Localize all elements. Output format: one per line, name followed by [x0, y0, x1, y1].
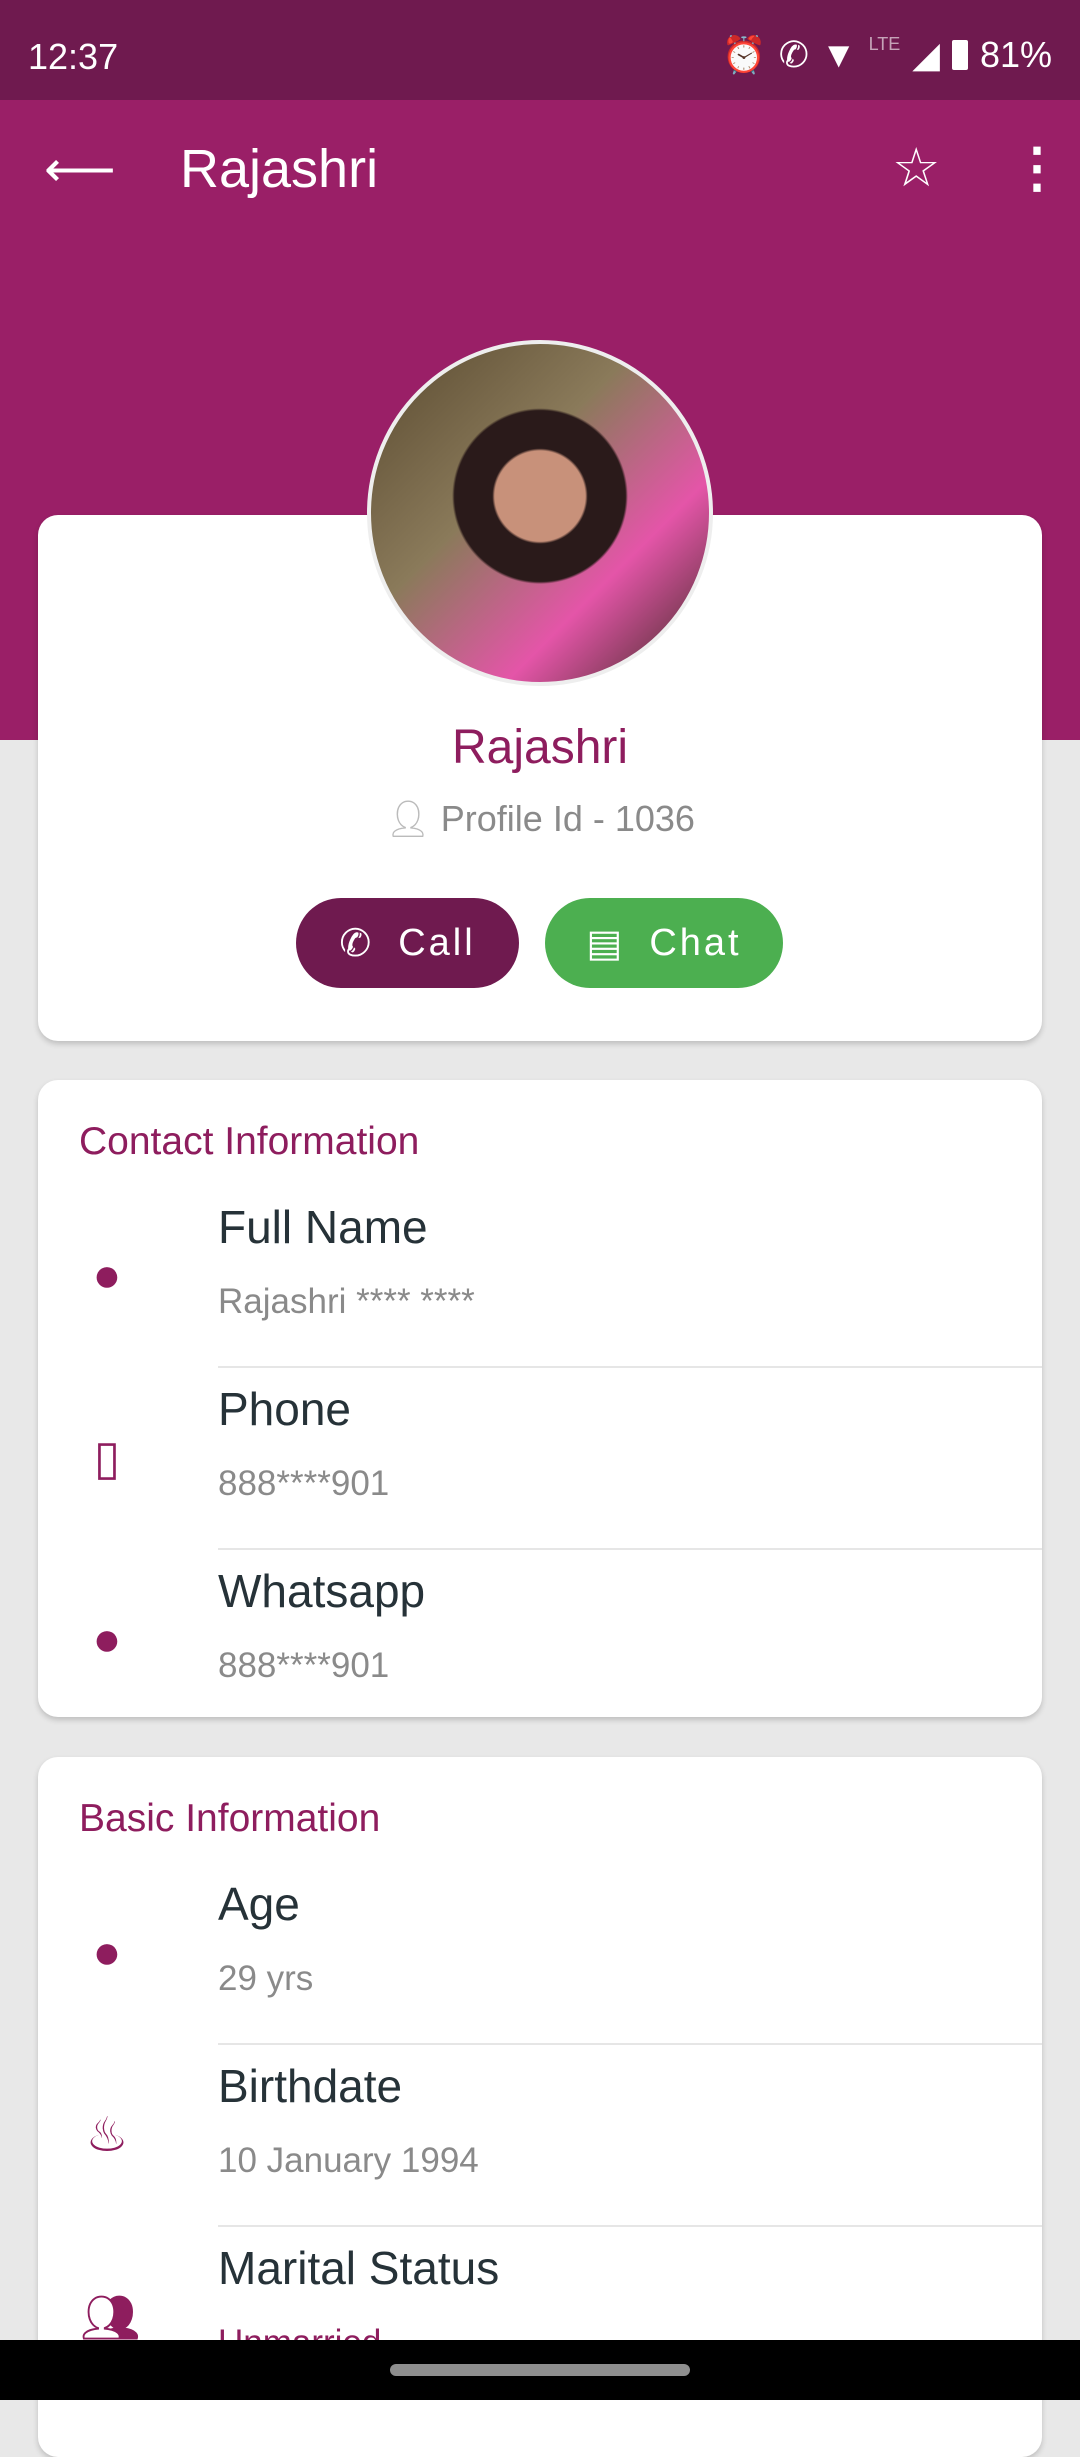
alarm-icon: ⏰ [721, 34, 767, 75]
row-label: Whatsapp [218, 1565, 426, 1617]
star-icon[interactable]: ☆ [892, 136, 940, 199]
lte-label: LTE [868, 34, 901, 54]
cake-icon: ♨ [85, 2109, 129, 2162]
list-item: ▯ Phone 888****901 [38, 1368, 1042, 1550]
page-title: Rajashri [180, 139, 379, 199]
row-value: 29 yrs [218, 1959, 314, 1998]
row-label: Full Name [218, 1201, 428, 1253]
signal-icon: ◢ [912, 34, 940, 75]
person-icon: 👤︎ [385, 798, 441, 839]
wifi-call-icon: ✆ [778, 34, 809, 75]
profile-name: Rajashri [451, 721, 629, 774]
row-label: Phone [218, 1383, 352, 1435]
battery-percent: 81% [979, 34, 1052, 75]
list-item: ● Whatsapp 888****901 [38, 1550, 1042, 1717]
chat-icon: ▤ [586, 922, 626, 965]
row-label: Age [218, 1878, 300, 1930]
row-label: Marital Status [218, 2242, 500, 2294]
row-value: 10 January 1994 [218, 2141, 479, 2180]
phone-icon: ✆ [339, 922, 375, 965]
call-button[interactable]: ✆ Call [296, 898, 519, 988]
status-bar: 12:37 ⏰ ✆ ▼ LTE ◢ 81% [0, 0, 1080, 100]
status-time: 12:37 [28, 36, 119, 77]
account-circle-icon: ● [92, 1249, 122, 1302]
list-item: ♨ Birthdate 10 January 1994 [38, 2045, 1042, 2227]
list-item: ● Age 29 yrs [38, 1863, 1042, 2045]
profile-id-text: Profile Id - 1036 [440, 798, 695, 839]
more-vert-icon[interactable]: ⋮ [1010, 136, 1064, 199]
navigation-bar [0, 2340, 1080, 2400]
row-value: 888****901 [218, 1646, 390, 1685]
account-circle-icon: ● [92, 1926, 122, 1979]
chat-button[interactable]: ▤ Chat [545, 898, 783, 988]
account-circle-icon: ● [92, 1613, 122, 1666]
battery-icon [951, 40, 968, 70]
wifi-icon: ▼ [820, 34, 857, 75]
profile-id: 👤︎ Profile Id - 1036 [38, 798, 1042, 840]
chat-label: Chat [649, 921, 742, 964]
people-icon: 👥︎ [80, 2292, 141, 2345]
row-value: 888****901 [218, 1464, 390, 1503]
back-arrow-icon[interactable]: ⟵ [44, 140, 116, 198]
row-label: Birthdate [218, 2060, 403, 2112]
contact-card: Contact Information ● Full Name Rajashri *… [38, 1080, 1042, 1717]
list-item: ● Full Name Rajashri **** **** [38, 1186, 1042, 1368]
home-gesture-handle[interactable] [390, 2364, 690, 2376]
section-title: Contact Information [79, 1120, 420, 1163]
phone-android-icon: ▯ [93, 1432, 121, 1485]
avatar [367, 340, 713, 686]
section-title: Basic Information [79, 1797, 381, 1840]
row-value: Rajashri **** **** [218, 1282, 475, 1321]
call-label: Call [398, 921, 476, 964]
